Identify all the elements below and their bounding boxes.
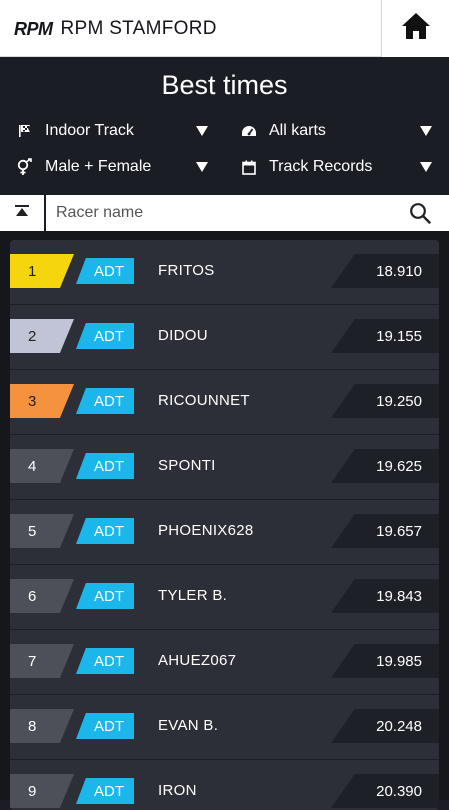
position-badge: 9	[10, 774, 74, 808]
lap-time: 20.390	[331, 774, 439, 808]
period-filter-label: Track Records	[269, 158, 373, 175]
period-filter[interactable]: Track Records	[239, 155, 432, 179]
kart-badge: ADT	[76, 258, 134, 284]
chevron-down-icon	[196, 162, 208, 172]
result-row[interactable]: 3 ADT RICOUNNET 19.250	[10, 370, 439, 435]
result-row[interactable]: 5 ADT PHOENIX628 19.657	[10, 500, 439, 565]
lap-time: 19.250	[331, 384, 439, 418]
collapse-filters-button[interactable]	[0, 195, 46, 231]
kart-badge: ADT	[76, 323, 134, 349]
home-button[interactable]	[381, 0, 449, 57]
position-badge: 1	[10, 254, 74, 288]
lap-time: 18.910	[331, 254, 439, 288]
result-row[interactable]: 6 ADT TYLER B. 19.843	[10, 565, 439, 630]
kart-badge: ADT	[76, 518, 134, 544]
position-badge: 5	[10, 514, 74, 548]
result-row[interactable]: 7 ADT AHUEZ067 19.985	[10, 630, 439, 695]
result-row[interactable]: 9 ADT IRON 20.390	[10, 760, 439, 810]
kart-badge: ADT	[76, 648, 134, 674]
position-badge: 3	[10, 384, 74, 418]
position-badge: 2	[10, 319, 74, 353]
lap-time: 19.985	[331, 644, 439, 678]
racer-name: TYLER B.	[158, 587, 228, 604]
racer-search-input[interactable]	[56, 195, 396, 231]
track-filter-label: Indoor Track	[45, 122, 134, 139]
result-row[interactable]: 4 ADT SPONTI 19.625	[10, 435, 439, 500]
gender-filter-label: Male + Female	[45, 158, 152, 175]
result-row[interactable]: 8 ADT EVAN B. 20.248	[10, 695, 439, 760]
kart-badge: ADT	[76, 778, 134, 804]
racer-name: AHUEZ067	[158, 652, 237, 669]
search-bar	[0, 195, 449, 231]
racer-name: RICOUNNET	[158, 392, 250, 409]
collapse-up-icon	[14, 204, 30, 222]
result-row[interactable]: 1 ADT FRITOS 18.910	[10, 240, 439, 305]
home-icon	[400, 11, 432, 46]
position-badge: 7	[10, 644, 74, 678]
gender-icon	[15, 158, 35, 176]
kart-badge: ADT	[76, 388, 134, 414]
rpm-logo: RPM	[14, 18, 53, 39]
lap-time: 19.657	[331, 514, 439, 548]
kart-badge: ADT	[76, 583, 134, 609]
track-filter[interactable]: Indoor Track	[15, 119, 208, 143]
position-badge: 6	[10, 579, 74, 613]
racer-name: DIDOU	[158, 327, 208, 344]
calendar-icon	[239, 160, 259, 175]
lap-time: 20.248	[331, 709, 439, 743]
venue-name: RPM STAMFORD	[60, 18, 217, 39]
racer-name: IRON	[158, 782, 197, 799]
results-list: 1 ADT FRITOS 18.910 2 ADT DIDOU 19.155 3…	[10, 240, 439, 810]
chevron-down-icon	[196, 126, 208, 136]
page-title: Best times	[161, 70, 288, 100]
lap-time: 19.625	[331, 449, 439, 483]
karts-filter-label: All karts	[269, 122, 326, 139]
gender-filter[interactable]: Male + Female	[15, 155, 208, 179]
results-area: 1 ADT FRITOS 18.910 2 ADT DIDOU 19.155 3…	[0, 231, 449, 810]
position-badge: 4	[10, 449, 74, 483]
racer-name: SPONTI	[158, 457, 216, 474]
chevron-down-icon	[420, 162, 432, 172]
filters-panel: Best times Indoor Track All karts Male +…	[0, 57, 449, 195]
lap-time: 19.843	[331, 579, 439, 613]
gauge-icon	[239, 124, 259, 138]
racer-name: EVAN B.	[158, 717, 219, 734]
kart-badge: ADT	[76, 453, 134, 479]
lap-time: 19.155	[331, 319, 439, 353]
karts-filter[interactable]: All karts	[239, 119, 432, 143]
logo[interactable]: RPM RPM STAMFORD	[14, 18, 217, 40]
position-badge: 8	[10, 709, 74, 743]
search-icon[interactable]	[409, 202, 431, 229]
flag-icon	[15, 124, 35, 138]
kart-badge: ADT	[76, 713, 134, 739]
racer-name: FRITOS	[158, 262, 215, 279]
result-row[interactable]: 2 ADT DIDOU 19.155	[10, 305, 439, 370]
racer-name: PHOENIX628	[158, 522, 254, 539]
top-bar: RPM RPM STAMFORD	[0, 0, 449, 57]
chevron-down-icon	[420, 126, 432, 136]
